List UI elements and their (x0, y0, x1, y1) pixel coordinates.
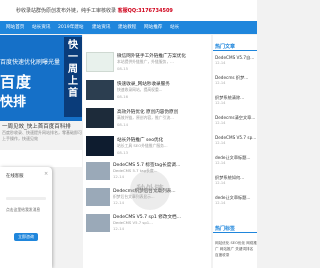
article-date: 08-13 (117, 150, 129, 155)
list-item[interactable]: 高效外链优化 原创内容伪原创 高效外链，原创内容，推广引流... 08-14 (83, 105, 211, 131)
article-list: 微信网外链手工外链推广方案优化 本站提供外链推广，外链服务，... 08-15 … (83, 35, 211, 268)
list-item[interactable]: 站长外链推广 seo优化 站长工具 SEO外链推广服务... 08-13 (83, 133, 211, 159)
article-thumbnail[interactable] (86, 52, 114, 72)
watermark-logo: 秒外链 (130, 170, 170, 210)
sidebar-heading-tags: 热门标签 (215, 226, 236, 232)
banner-desc: 百度秒收录、快速提升网站排名，零基础即可上手操作，快速见效 (2, 130, 82, 141)
tagline-text: 秒收录站群伪原创发布外链，纯手工审核收录 (16, 8, 117, 14)
article-thumbnail[interactable] (86, 136, 114, 156)
banner-side-text: 快一周上首 (64, 37, 82, 117)
banner-title[interactable]: 一周见效_快上首百度百科排 (2, 122, 71, 130)
article-thumbnail[interactable] (86, 214, 110, 232)
article-thumbnail[interactable] (86, 80, 114, 100)
sidebar-article-date: 12-14 (215, 121, 226, 125)
customer-service-popup: 在线客服 × 点击这里给我发消息 立即咨询 (0, 167, 52, 268)
article-desc: 本站提供外链推广，外链服务，... (117, 59, 174, 64)
list-item[interactable]: DedeCMS V5.7 sp1 修改文档... DedeCMS V5.7 sp… (83, 211, 211, 235)
article-thumbnail[interactable] (86, 108, 114, 128)
nav-2019[interactable]: 2019年建站 (58, 24, 83, 30)
top-bar: 秒收录站群伪原创发布外链，纯手工审核收录 客服QQ:3176734509 (0, 0, 257, 21)
list-item[interactable]: 快速收录_网站秒收录服务 快速收录网站，提高权重... 08-16 (83, 77, 211, 103)
article-date: 08-16 (117, 94, 129, 99)
main-nav: 网站首页 站长资讯 2019年建站 建站资讯 建站教程 网站推荐 站长 (0, 21, 257, 34)
banner-big2: 快排 (0, 95, 27, 110)
sidebar-article-date: 12-14 (215, 141, 226, 145)
left-panel (0, 150, 82, 167)
site-tagline: 秒收录站群伪原创发布外链，纯手工审核收录 客服QQ:3176734509 (16, 7, 173, 14)
sidebar-article-date: 12-14 (215, 181, 226, 185)
article-desc: 站长工具 SEO外链推广服务... (117, 143, 168, 148)
sidebar-article-date: 12-14 (215, 61, 226, 65)
article-desc: DedeCMS V5.7 sp1... (113, 220, 153, 225)
promo-banner[interactable]: 百度快速优化刷曝光量 百度 快排 快一周上首 (0, 35, 82, 121)
article-date: 12-14 (113, 200, 125, 205)
nav-tutorials[interactable]: 建站教程 (118, 24, 136, 30)
sidebar-article-date: 12-14 (215, 81, 226, 85)
article-desc: 高效外链，原创内容，推广引流... (117, 115, 174, 120)
banner-big1: 百度 (0, 73, 33, 91)
article-date: 08-15 (117, 66, 129, 71)
sidebar-article-date: 12-14 (215, 201, 226, 205)
nav-recommend[interactable]: 网站推荐 (144, 24, 162, 30)
sidebar-divider (213, 50, 257, 51)
sidebar-article[interactable]: DedeCMS V5.7 sp... (215, 135, 257, 140)
nav-webmaster[interactable]: 站长 (170, 24, 179, 30)
article-thumbnail[interactable] (86, 162, 110, 180)
close-icon[interactable]: × (44, 171, 48, 177)
sidebar-divider (213, 232, 257, 233)
consult-button[interactable]: 立即咨询 (14, 233, 38, 241)
sidebar-article-date: 12-14 (215, 161, 226, 165)
sidebar: 热门文章 DedeCMS V5.7自... 12-14 Dedecms 织梦..… (213, 35, 257, 268)
nav-build-news[interactable]: 建站资讯 (92, 24, 110, 30)
sidebar-heading-hot: 热门文章 (215, 44, 236, 50)
article-thumbnail[interactable] (86, 188, 110, 206)
tag-cloud[interactable]: 网站优化 SEO优化 网络推广 网站推广 关键词排名 百度收录 (215, 240, 257, 258)
article-desc: 快速收录网站，提高权重... (117, 87, 163, 92)
popup-divider (6, 197, 46, 200)
article-date: 12-14 (113, 174, 125, 179)
contact-qq[interactable]: 客服QQ:3176734509 (118, 8, 173, 14)
article-date: 12-14 (113, 226, 125, 231)
banner-line1: 百度快速优化刷曝光量 (0, 59, 61, 66)
sidebar-article-date: 12-14 (215, 101, 226, 105)
popup-title: 在线客服 (6, 174, 24, 179)
nav-news[interactable]: 站长资讯 (32, 24, 50, 30)
nav-home[interactable]: 网站首页 (6, 24, 24, 30)
list-item[interactable]: 微信网外链手工外链推广方案优化 本站提供外链推广，外链服务，... 08-15 (83, 49, 211, 75)
article-date: 08-14 (117, 122, 129, 127)
popup-text: 点击这里给我发消息 (6, 207, 41, 212)
